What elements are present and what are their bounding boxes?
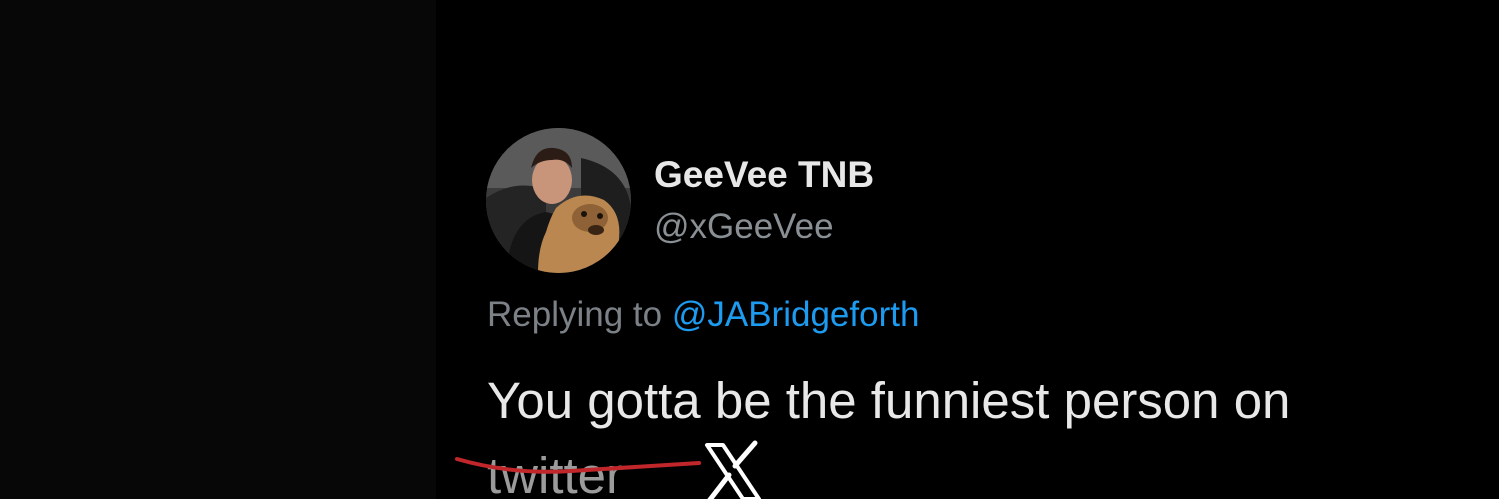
- mention-link[interactable]: @JABridgeforth: [672, 295, 920, 334]
- strikethrough-mark: [455, 457, 701, 474]
- user-handle[interactable]: @xGeeVee: [654, 205, 834, 249]
- display-name[interactable]: GeeVee TNB: [654, 153, 874, 197]
- avatar[interactable]: [486, 128, 631, 273]
- avatar-photo: [486, 128, 631, 273]
- x-logo-icon: [705, 440, 761, 499]
- replying-to-line: Replying to @JABridgeforth: [487, 292, 919, 338]
- left-dark-panel: [0, 0, 436, 499]
- tweet-text: You gotta be the funniest person on: [487, 372, 1291, 429]
- banner: GeeVee TNB @xGeeVee Replying to @JABridg…: [0, 0, 1499, 499]
- replying-to-label: Replying to: [487, 295, 672, 334]
